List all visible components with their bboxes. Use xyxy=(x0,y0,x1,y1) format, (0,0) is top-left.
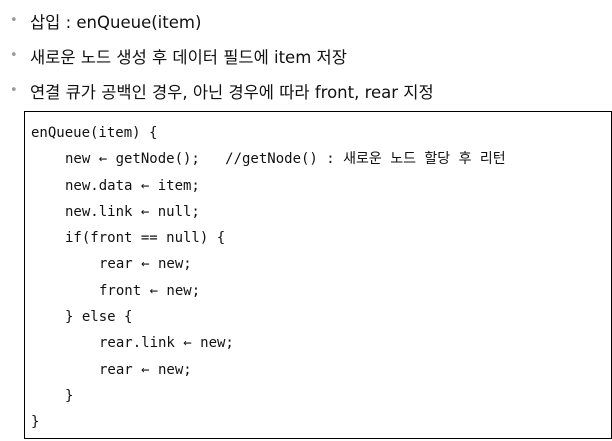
bullet-dot-icon: • xyxy=(10,13,18,28)
code-line: if(front == null) { xyxy=(65,230,226,247)
bullet-text: 새로운 노드 생성 후 데이터 필드에 item 저장 xyxy=(30,47,347,67)
code-line: new ← getNode(); //getNode() : 새로운 노드 할당… xyxy=(65,151,506,168)
bullet-item-insert: • 삽입 : enQueue(item) xyxy=(10,3,606,38)
code-block: enQueue(item) { new ← getNode(); //getNo… xyxy=(24,111,612,439)
code-line: new.data ← item; xyxy=(65,177,200,194)
bullet-dot-icon: • xyxy=(10,83,18,98)
bullet-text: 삽입 : enQueue(item) xyxy=(30,12,202,32)
code-line: rear ← new; xyxy=(99,361,192,378)
code-line: rear.link ← new; xyxy=(99,335,234,352)
bullet-item-create-node: • 새로운 노드 생성 후 데이터 필드에 item 저장 xyxy=(10,38,606,73)
code-line: front ← new; xyxy=(99,282,201,299)
code-line: } else { xyxy=(65,309,133,326)
code-line: enQueue(item) { xyxy=(31,125,158,141)
bullet-dot-icon: • xyxy=(10,48,18,63)
code-line: rear ← new; xyxy=(99,256,192,273)
bullet-list: • 삽입 : enQueue(item) • 새로운 노드 생성 후 데이터 필… xyxy=(10,3,606,108)
code-line: } xyxy=(65,387,74,404)
bullet-text: 연결 큐가 공백인 경우, 아닌 경우에 따라 front, rear 지정 xyxy=(30,82,434,102)
bullet-item-link: • 연결 큐가 공백인 경우, 아닌 경우에 따라 front, rear 지정 xyxy=(10,73,606,108)
code-line: new.link ← null; xyxy=(65,203,200,220)
code-line: } xyxy=(31,414,40,431)
